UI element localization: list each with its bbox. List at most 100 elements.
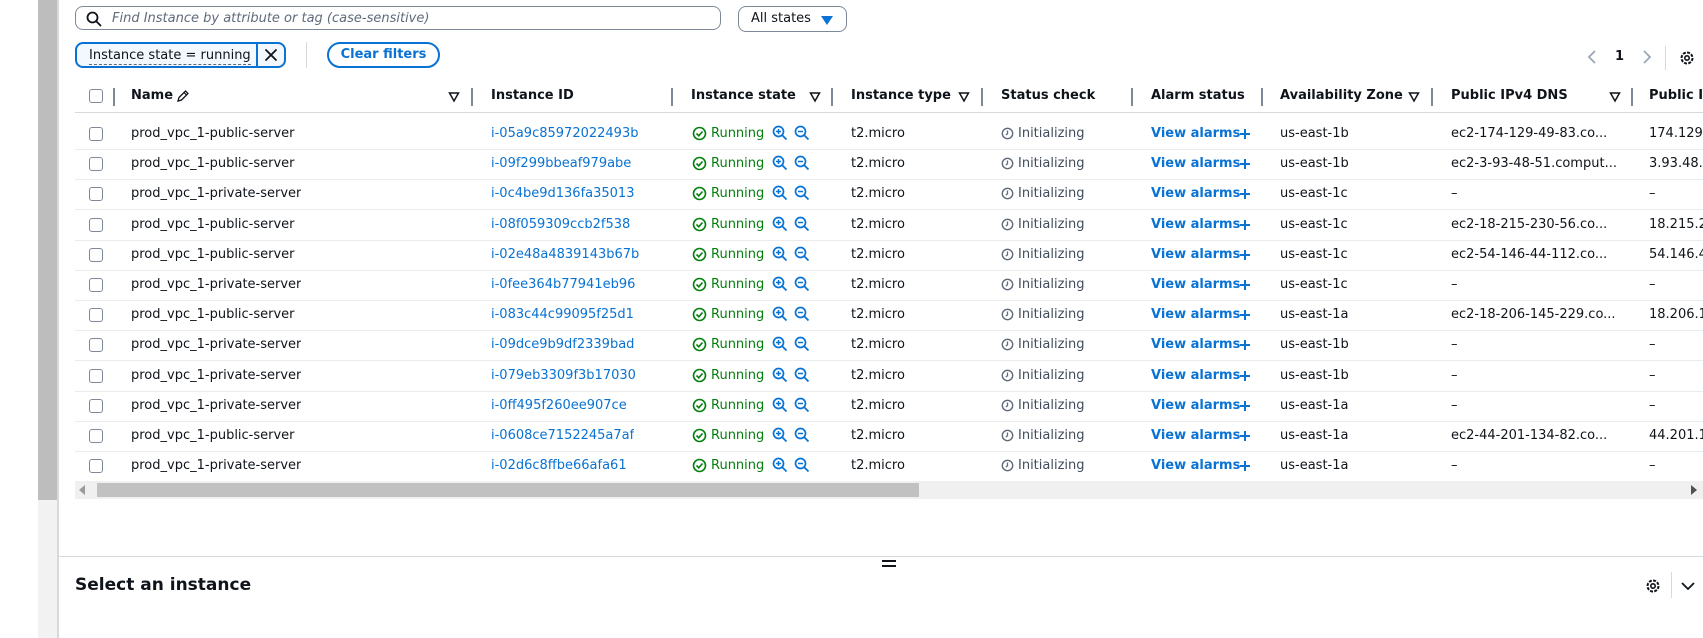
cell-instance-id-link[interactable]: i-05a9c85972022493b bbox=[491, 119, 638, 149]
zoom-in-icon[interactable] bbox=[772, 427, 788, 443]
column-header-instance-state[interactable]: Instance state bbox=[691, 80, 796, 112]
add-alarm-icon[interactable] bbox=[1239, 188, 1251, 200]
sort-icon[interactable] bbox=[958, 91, 970, 103]
chevron-down-icon[interactable] bbox=[1680, 580, 1696, 592]
zoom-out-icon[interactable] bbox=[794, 397, 810, 413]
row-checkbox[interactable] bbox=[89, 187, 103, 202]
row-checkbox[interactable] bbox=[89, 127, 103, 141]
cell-instance-id-link[interactable]: i-09dce9b9df2339bad bbox=[491, 330, 634, 360]
column-header-public-ip[interactable]: Public IPv4 address bbox=[1649, 80, 1703, 112]
instance-state-select[interactable]: All states bbox=[738, 6, 847, 32]
row-checkbox[interactable] bbox=[89, 217, 103, 232]
add-alarm-icon[interactable] bbox=[1239, 128, 1251, 140]
table-row[interactable]: prod_vpc_1-private-server i-079eb3309f3b1… bbox=[75, 361, 1703, 392]
table-row[interactable]: prod_vpc_1-public-server i-0608ce7152245a… bbox=[75, 421, 1703, 452]
zoom-in-icon[interactable] bbox=[772, 397, 788, 413]
add-alarm-icon[interactable] bbox=[1239, 339, 1251, 351]
view-alarms-link[interactable]: View alarms bbox=[1151, 270, 1240, 300]
add-alarm-icon[interactable] bbox=[1239, 370, 1251, 382]
view-alarms-link[interactable]: View alarms bbox=[1151, 119, 1240, 149]
close-icon[interactable] bbox=[262, 46, 280, 64]
table-row[interactable]: prod_vpc_1-private-server i-0fee364b77941… bbox=[75, 270, 1703, 301]
sort-icon[interactable] bbox=[1609, 91, 1621, 103]
zoom-in-icon[interactable] bbox=[772, 185, 788, 201]
zoom-in-icon[interactable] bbox=[772, 457, 788, 473]
horizontal-scrollbar-thumb[interactable] bbox=[97, 483, 919, 497]
add-alarm-icon[interactable] bbox=[1239, 158, 1251, 170]
column-header-public-dns[interactable]: Public IPv4 DNS bbox=[1451, 80, 1568, 112]
zoom-in-icon[interactable] bbox=[772, 216, 788, 232]
horizontal-scrollbar[interactable] bbox=[75, 481, 1703, 499]
sort-icon[interactable] bbox=[809, 91, 821, 103]
column-header-status-check[interactable]: Status check bbox=[1001, 80, 1095, 112]
clear-filters-button[interactable]: Clear filters bbox=[327, 42, 440, 68]
page-number[interactable]: 1 bbox=[1615, 49, 1624, 64]
view-alarms-link[interactable]: View alarms bbox=[1151, 210, 1240, 240]
row-checkbox[interactable] bbox=[89, 278, 103, 292]
cell-instance-id-link[interactable]: i-02e48a4839143b67b bbox=[491, 240, 639, 270]
filter-token[interactable]: Instance state = running bbox=[75, 42, 286, 68]
table-row[interactable]: prod_vpc_1-public-server i-09f299bbeaf979… bbox=[75, 149, 1703, 181]
cell-instance-id-link[interactable]: i-08f059309ccb2f538 bbox=[491, 210, 630, 240]
cell-instance-id-link[interactable]: i-09f299bbeaf979abe bbox=[491, 149, 631, 179]
add-alarm-icon[interactable] bbox=[1239, 279, 1251, 291]
resize-handle-icon[interactable] bbox=[882, 560, 896, 570]
table-row[interactable]: prod_vpc_1-private-server i-0c4be9d136fa3… bbox=[75, 179, 1703, 211]
zoom-out-icon[interactable] bbox=[794, 155, 810, 171]
row-checkbox[interactable] bbox=[89, 308, 103, 323]
scroll-right-arrow-icon[interactable] bbox=[1691, 485, 1697, 495]
zoom-out-icon[interactable] bbox=[794, 336, 810, 352]
row-checkbox[interactable] bbox=[89, 429, 103, 443]
view-alarms-link[interactable]: View alarms bbox=[1151, 240, 1240, 270]
column-header-availability-zone[interactable]: Availability Zone bbox=[1280, 80, 1403, 112]
instance-search[interactable] bbox=[75, 6, 721, 30]
select-all-checkbox[interactable] bbox=[89, 89, 103, 103]
zoom-out-icon[interactable] bbox=[794, 185, 810, 201]
zoom-out-icon[interactable] bbox=[794, 276, 810, 292]
sort-icon[interactable] bbox=[448, 91, 460, 103]
column-header-alarm-status[interactable]: Alarm status bbox=[1151, 80, 1245, 112]
filter-token-label[interactable]: Instance state = running bbox=[89, 48, 251, 65]
search-input[interactable] bbox=[112, 9, 702, 27]
add-alarm-icon[interactable] bbox=[1239, 460, 1251, 472]
add-alarm-icon[interactable] bbox=[1239, 430, 1251, 442]
table-row[interactable]: prod_vpc_1-private-server i-0ff495f260ee9… bbox=[75, 391, 1703, 422]
view-alarms-link[interactable]: View alarms bbox=[1151, 179, 1240, 209]
view-alarms-link[interactable]: View alarms bbox=[1151, 300, 1240, 330]
zoom-out-icon[interactable] bbox=[794, 427, 810, 443]
zoom-in-icon[interactable] bbox=[772, 155, 788, 171]
zoom-out-icon[interactable] bbox=[794, 125, 810, 141]
view-alarms-link[interactable]: View alarms bbox=[1151, 330, 1240, 360]
gear-icon[interactable] bbox=[1678, 49, 1696, 67]
cell-instance-id-link[interactable]: i-0608ce7152245a7af bbox=[491, 421, 634, 451]
cell-instance-id-link[interactable]: i-02d6c8ffbe66afa61 bbox=[491, 451, 627, 481]
cell-instance-id-link[interactable]: i-0fee364b77941eb96 bbox=[491, 270, 635, 300]
gear-icon[interactable] bbox=[1644, 577, 1662, 595]
table-row[interactable]: prod_vpc_1-public-server i-02e48a4839143b… bbox=[75, 240, 1703, 271]
vertical-scrollbar-track[interactable] bbox=[38, 500, 57, 638]
zoom-in-icon[interactable] bbox=[772, 125, 788, 141]
cell-instance-id-link[interactable]: i-083c44c99095f25d1 bbox=[491, 300, 634, 330]
scroll-left-arrow-icon[interactable] bbox=[79, 485, 85, 495]
zoom-out-icon[interactable] bbox=[794, 306, 810, 322]
column-header-instance-id[interactable]: Instance ID bbox=[491, 80, 574, 112]
row-checkbox[interactable] bbox=[89, 459, 103, 474]
sort-icon[interactable] bbox=[1408, 91, 1420, 103]
view-alarms-link[interactable]: View alarms bbox=[1151, 149, 1240, 179]
cell-instance-id-link[interactable]: i-0c4be9d136fa35013 bbox=[491, 179, 634, 209]
row-checkbox[interactable] bbox=[89, 247, 103, 262]
zoom-out-icon[interactable] bbox=[794, 457, 810, 473]
cell-instance-id-link[interactable]: i-079eb3309f3b17030 bbox=[491, 361, 636, 391]
zoom-in-icon[interactable] bbox=[772, 367, 788, 383]
table-row[interactable]: prod_vpc_1-public-server i-08f059309ccb2f… bbox=[75, 210, 1703, 241]
vertical-scrollbar-thumb[interactable] bbox=[38, 0, 57, 500]
add-alarm-icon[interactable] bbox=[1239, 219, 1251, 231]
table-row[interactable]: prod_vpc_1-private-server i-02d6c8ffbe66a… bbox=[75, 451, 1703, 483]
view-alarms-link[interactable]: View alarms bbox=[1151, 451, 1240, 481]
add-alarm-icon[interactable] bbox=[1239, 400, 1251, 412]
row-checkbox[interactable] bbox=[89, 368, 103, 383]
zoom-in-icon[interactable] bbox=[772, 276, 788, 292]
zoom-in-icon[interactable] bbox=[772, 246, 788, 262]
zoom-in-icon[interactable] bbox=[772, 306, 788, 322]
view-alarms-link[interactable]: View alarms bbox=[1151, 391, 1240, 421]
